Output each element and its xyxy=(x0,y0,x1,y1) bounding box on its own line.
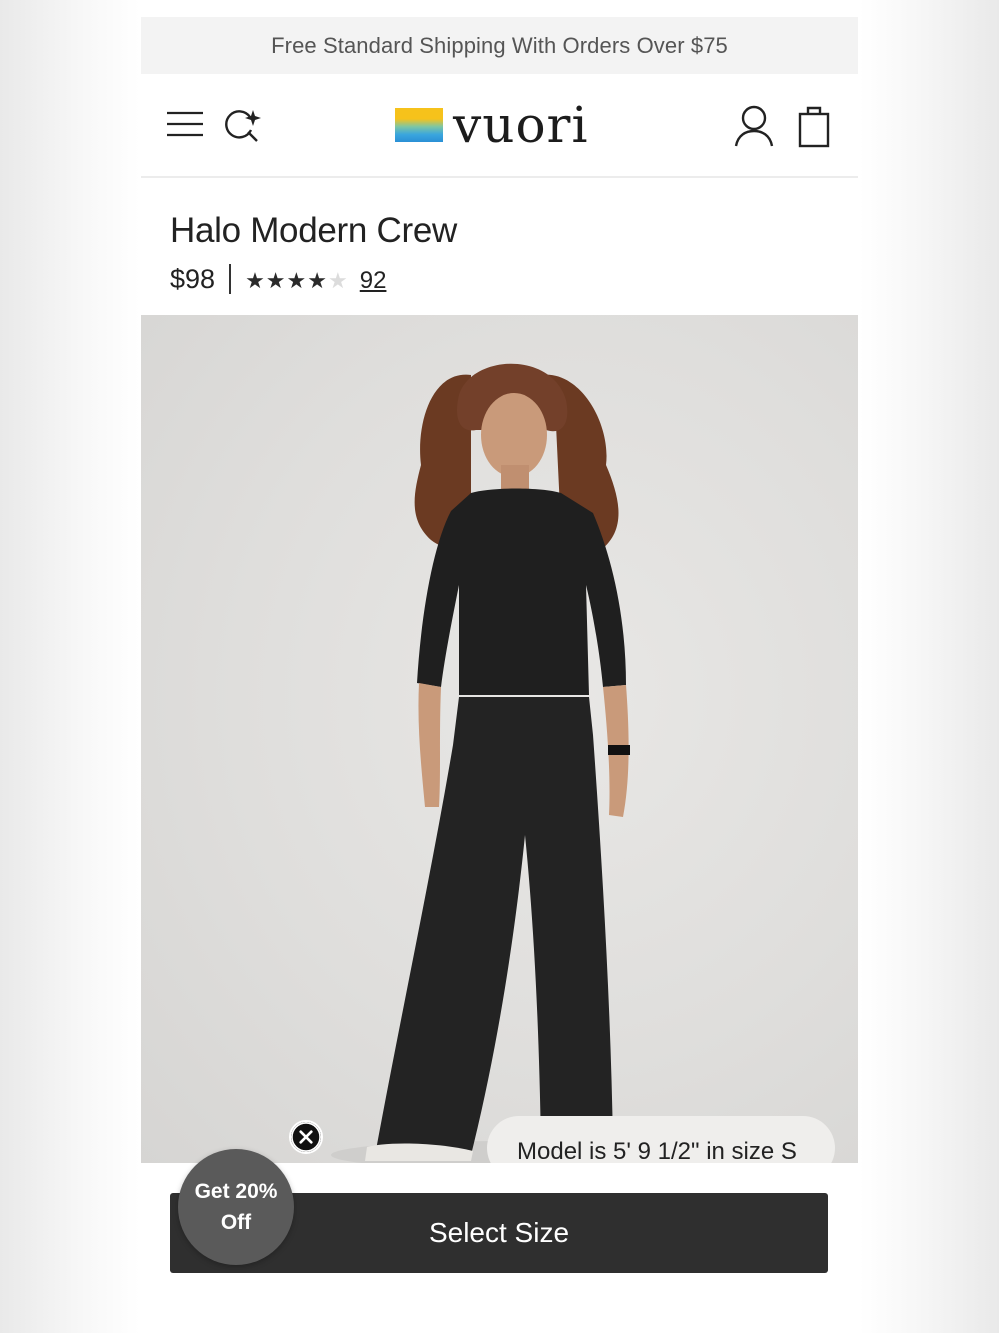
product-price: $98 xyxy=(170,263,216,294)
logo-wordmark: vuori xyxy=(453,96,589,154)
shipping-promo-text: Free Standard Shipping With Orders Over … xyxy=(271,32,728,58)
ai-search-icon[interactable] xyxy=(223,106,263,144)
menu-icon[interactable] xyxy=(165,108,205,140)
review-count-link[interactable]: 92 xyxy=(360,267,387,295)
divider xyxy=(229,264,232,294)
star-filled-icon: ★ xyxy=(307,268,327,293)
shipping-promo-banner[interactable]: Free Standard Shipping With Orders Over … xyxy=(141,17,858,74)
star-empty-icon: ★ xyxy=(328,268,348,293)
shopping-bag-icon[interactable] xyxy=(797,104,831,148)
star-filled-icon: ★ xyxy=(265,268,286,293)
discount-line-1: Get 20% xyxy=(194,1180,278,1203)
close-icon[interactable] xyxy=(289,1120,323,1154)
vuori-logo[interactable]: vuori xyxy=(395,96,588,154)
logo-gradient-mark xyxy=(395,108,443,142)
product-image[interactable]: Model is 5' 9 1/2" in size S xyxy=(141,315,858,1163)
account-icon[interactable] xyxy=(733,104,775,148)
star-rating[interactable]: ★ ★ ★ ★ ★ xyxy=(245,270,348,292)
price-rating-row: $98 ★ ★ ★ ★ ★ 92 xyxy=(170,262,386,296)
product-title: Halo Modern Crew xyxy=(170,211,457,250)
star-filled-icon: ★ xyxy=(245,268,265,293)
model-size-caption: Model is 5' 9 1/2" in size S xyxy=(487,1116,835,1163)
star-filled-icon: ★ xyxy=(286,268,307,293)
site-header: vuori xyxy=(141,74,858,178)
discount-offer-badge[interactable]: Get 20% Off xyxy=(178,1149,294,1265)
page-frame: Free Standard Shipping With Orders Over … xyxy=(141,0,858,1333)
product-summary: Halo Modern Crew $98 ★ ★ ★ ★ ★ 92 xyxy=(141,178,858,315)
discount-line-2: Off xyxy=(220,1211,252,1234)
model-photo xyxy=(331,363,671,1163)
